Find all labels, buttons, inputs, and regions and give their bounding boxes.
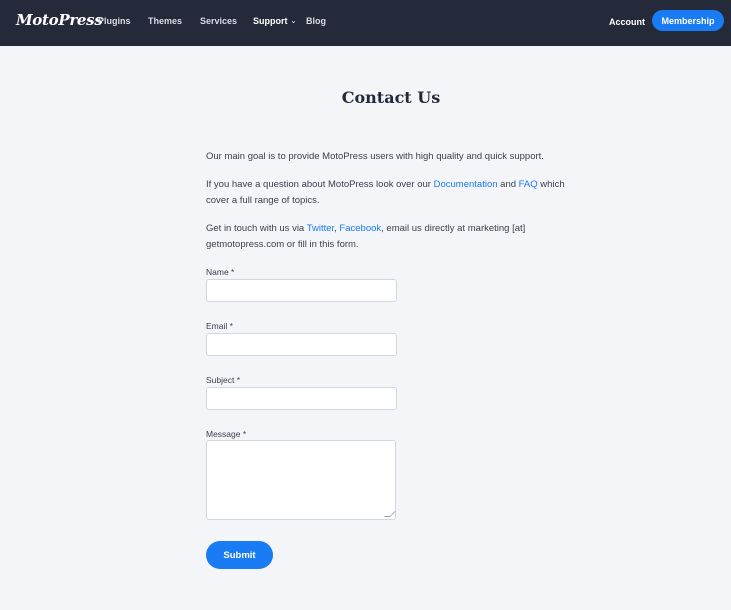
- page-title: Contact Us: [341, 88, 441, 107]
- nav-themes[interactable]: Themes: [148, 16, 182, 26]
- documentation-link[interactable]: Documentation: [434, 179, 498, 190]
- message-label: Message *: [206, 429, 247, 439]
- contact-text-before: Get in touch with us via: [206, 223, 307, 234]
- nav-plugins[interactable]: Plugins: [98, 16, 131, 26]
- subject-input[interactable]: [206, 387, 397, 410]
- message-textarea[interactable]: [206, 440, 396, 520]
- account-link[interactable]: Account: [609, 17, 645, 27]
- subject-label: Subject *: [206, 375, 241, 385]
- question-text-middle: and: [497, 179, 519, 190]
- resize-handle-icon[interactable]: [384, 511, 396, 517]
- top-navigation-bar: MotoPress Plugins Themes Services Suppor…: [0, 0, 731, 46]
- nav-blog[interactable]: Blog: [306, 16, 326, 26]
- twitter-link[interactable]: Twitter: [307, 223, 334, 234]
- question-paragraph: If you have a question about MotoPress l…: [206, 177, 586, 209]
- nav-support-label: Support: [253, 16, 288, 26]
- email-label: Email *: [206, 321, 233, 331]
- name-input[interactable]: [206, 279, 397, 302]
- nav-support[interactable]: Support ⌄: [253, 16, 296, 26]
- question-text-before: If you have a question about MotoPress l…: [206, 179, 434, 190]
- contact-paragraph: Get in touch with us via Twitter, Facebo…: [206, 221, 586, 253]
- intro-paragraph: Our main goal is to provide MotoPress us…: [206, 151, 544, 162]
- membership-button[interactable]: Membership: [652, 10, 724, 31]
- faq-link[interactable]: FAQ: [519, 179, 538, 190]
- submit-button[interactable]: Submit: [206, 541, 273, 569]
- email-input[interactable]: [206, 333, 397, 356]
- facebook-link[interactable]: Facebook: [339, 223, 381, 234]
- name-label: Name *: [206, 267, 235, 277]
- nav-services[interactable]: Services: [200, 16, 237, 26]
- motopress-logo[interactable]: MotoPress: [16, 11, 103, 29]
- chevron-down-icon: ⌄: [290, 18, 297, 25]
